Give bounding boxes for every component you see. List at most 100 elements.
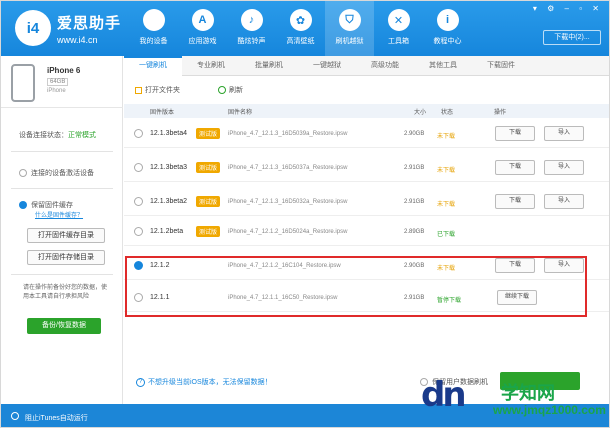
- highlight-box: [125, 256, 587, 317]
- device-card: iPhone 6 64GB iPhone: [1, 56, 123, 108]
- info-icon: ?: [136, 377, 145, 387]
- firmware-name: iPhone_4.7_12.1.3_16D5037a_Restore.ipsw: [228, 165, 348, 171]
- nav-icon: ✿: [289, 9, 312, 31]
- tab-6[interactable]: 下载固件: [472, 56, 530, 76]
- checkbox-icon: [19, 201, 27, 209]
- row-radio[interactable]: [134, 163, 143, 172]
- open-cache-dir-button[interactable]: 打开固件缓存目录: [27, 228, 105, 243]
- beta-badge: 测试版: [196, 128, 221, 139]
- nav-item-0[interactable]: 我的设备: [129, 1, 178, 56]
- tab-5[interactable]: 其他工具: [414, 56, 472, 76]
- block-icon: [11, 412, 19, 420]
- app-logo: i4: [15, 10, 51, 46]
- window-controls[interactable]: ▾ ⚙ – ▫ ✕: [533, 4, 603, 13]
- watermark-url: www.jmqz1000.com: [493, 403, 606, 417]
- firmware-size: 2.90GB: [404, 131, 425, 137]
- import-button[interactable]: 导入: [544, 126, 584, 141]
- nav-item-2[interactable]: ♪ 酷炫铃声: [227, 1, 276, 56]
- main-nav: 我的设备 A 应用游戏 ♪ 酷炫铃声 ✿ 高清壁纸 ⛉ 刷机越狱 ✕ 工具箱 i 教程中心: [129, 1, 472, 56]
- table-row[interactable]: 12.1.3beta4 测试版 iPhone_4.7_12.1.3_16D5039a…: [124, 120, 609, 148]
- nav-icon: [142, 9, 165, 31]
- watermark-logo: dn: [421, 375, 467, 415]
- nav-label: 我的设备: [139, 38, 168, 45]
- open-folder-button[interactable]: 打开文件夹: [145, 85, 180, 95]
- status-label: 设备连接状态：: [19, 132, 68, 139]
- col-status: 状态: [441, 110, 454, 116]
- table-row[interactable]: 12.1.2beta 测试版 iPhone_4.7_12.1.2_16D5024a_…: [124, 218, 609, 246]
- table-row[interactable]: 12.1.3beta2 测试版 iPhone_4.7_12.1.3_16D5032a…: [124, 188, 609, 216]
- nav-item-1[interactable]: A 应用游戏: [178, 1, 227, 56]
- col-action: 操作: [494, 110, 507, 116]
- nav-label: 应用游戏: [188, 38, 217, 45]
- table-row[interactable]: 12.1.3beta3 测试版 iPhone_4.7_12.1.3_16D5037a…: [124, 154, 609, 182]
- info-link[interactable]: ? 不想升级当前iOS版本，无法保留数据！: [136, 377, 272, 387]
- tab-3[interactable]: 一键越狱: [298, 56, 356, 76]
- import-button[interactable]: 导入: [544, 160, 584, 175]
- radio-icon: [19, 169, 27, 177]
- firmware-size: 2.91GB: [404, 165, 425, 171]
- firmware-name: iPhone_4.7_12.1.3_16D5039a_Restore.ipsw: [228, 131, 348, 137]
- divider: [11, 151, 113, 152]
- device-model: iPhone: [47, 88, 66, 94]
- download-center-button[interactable]: 下载中(2)...: [543, 30, 601, 45]
- refresh-icon: [218, 86, 226, 94]
- app-window: i4 爱思助手 www.i4.cn 我的设备 A 应用游戏 ♪ 酷炫铃声 ✿ 高清壁纸 ⛉ 刷机…: [0, 0, 610, 428]
- watermark: dn 学知网 www.jmqz1000.com: [421, 373, 606, 425]
- nav-icon: ⛉: [338, 9, 361, 31]
- firmware-status: 未下载: [437, 202, 456, 208]
- nav-label: 工具箱: [388, 38, 409, 45]
- nav-item-5[interactable]: ✕ 工具箱: [374, 1, 423, 56]
- brand-name: 爱思助手: [57, 15, 122, 32]
- open-storage-dir-button[interactable]: 打开固件存储目录: [27, 250, 105, 265]
- tab-1[interactable]: 专业刷机: [182, 56, 240, 76]
- col-version: 固件版本: [150, 110, 175, 116]
- firmware-name: iPhone_4.7_12.1.2_16D5024a_Restore.ipsw: [228, 229, 348, 235]
- import-button[interactable]: 导入: [544, 194, 584, 209]
- row-radio[interactable]: [134, 227, 143, 236]
- refresh-button[interactable]: 刷新: [218, 85, 243, 95]
- nav-icon: A: [191, 9, 214, 31]
- row-radio[interactable]: [134, 197, 143, 206]
- nav-item-6[interactable]: i 教程中心: [423, 1, 472, 56]
- nav-item-3[interactable]: ✿ 高清壁纸: [276, 1, 325, 56]
- tab-0[interactable]: 一键刷机: [124, 56, 182, 76]
- sidebar: iPhone 6 64GB iPhone 设备连接状态：正常模式 连接的设备激活…: [1, 56, 123, 427]
- info-text: 不想升级当前iOS版本，无法保留数据！: [148, 379, 272, 386]
- device-name: iPhone 6: [47, 66, 81, 75]
- nav-item-4[interactable]: ⛉ 刷机越狱: [325, 1, 374, 56]
- backup-restore-button[interactable]: 备份/恢复数据: [27, 318, 101, 334]
- cache-help-link[interactable]: 什么是固件缓存？: [35, 210, 83, 219]
- col-size: 大小: [414, 110, 427, 116]
- backup-note: 请在操作前备份好您的数据，使用本工具请自行承担风险: [23, 285, 108, 300]
- download-button[interactable]: 下载: [495, 194, 535, 209]
- firmware-version: 12.1.3beta3: [150, 164, 187, 171]
- firmware-status: 已下载: [437, 232, 456, 238]
- brand: 爱思助手 www.i4.cn: [57, 12, 121, 45]
- download-button[interactable]: 下载: [495, 160, 535, 175]
- nav-icon: ✕: [387, 9, 410, 31]
- function-tabs: 一键刷机 专业刷机 批量刷机 一键越狱 高级功能 其他工具 下载固件: [124, 56, 609, 76]
- status-value: 正常模式: [68, 132, 96, 139]
- phone-icon: [11, 64, 35, 102]
- activate-option[interactable]: 连接的设备激活设备: [19, 168, 94, 178]
- nav-label: 教程中心: [433, 38, 462, 45]
- keep-cache-option[interactable]: 保留固件缓存: [19, 200, 73, 210]
- firmware-version: 12.1.3beta4: [150, 130, 187, 137]
- nav-label: 刷机越狱: [335, 38, 364, 45]
- option-label: 保留固件缓存: [31, 202, 73, 209]
- top-header: i4 爱思助手 www.i4.cn 我的设备 A 应用游戏 ♪ 酷炫铃声 ✿ 高清壁纸 ⛉ 刷机…: [1, 1, 609, 56]
- download-button[interactable]: 下载: [495, 126, 535, 141]
- row-radio[interactable]: [134, 129, 143, 138]
- col-name: 固件名称: [228, 110, 253, 116]
- refresh-label: 刷新: [229, 87, 243, 94]
- nav-label: 高清壁纸: [286, 38, 315, 45]
- tab-4[interactable]: 高级功能: [356, 56, 414, 76]
- block-itunes-toggle[interactable]: 阻止iTunes自动运行: [25, 413, 88, 423]
- folder-icon: [135, 86, 142, 94]
- tab-2[interactable]: 批量刷机: [240, 56, 298, 76]
- watermark-title: 学知网: [501, 383, 555, 403]
- firmware-size: 2.91GB: [404, 199, 425, 205]
- connection-status: 设备连接状态：正常模式: [19, 130, 96, 140]
- beta-badge: 测试版: [196, 162, 221, 173]
- option-label: 连接的设备激活设备: [31, 170, 94, 177]
